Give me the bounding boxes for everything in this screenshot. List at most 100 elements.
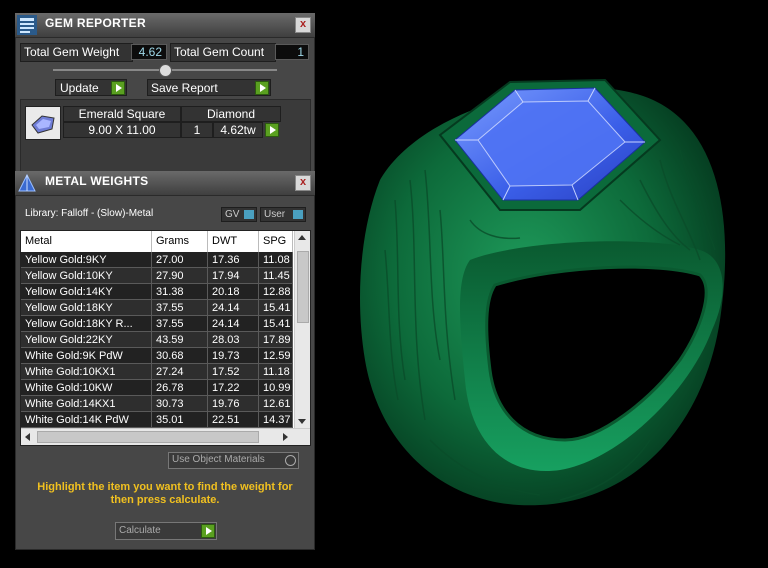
column-header-grams[interactable]: Grams: [152, 231, 208, 252]
cell-metal: Yellow Gold:18KY: [21, 300, 152, 316]
column-header-dwt[interactable]: DWT: [208, 231, 259, 252]
gem-thumbnail[interactable]: [25, 106, 61, 140]
play-arrow-icon: [111, 81, 125, 95]
gem-size[interactable]: 9.00 X 11.00: [63, 122, 181, 138]
toggle-icon: [293, 210, 303, 219]
vertical-scrollbar[interactable]: [294, 231, 310, 428]
gv-button[interactable]: GV: [221, 207, 257, 222]
cell-dwt: 24.14: [208, 316, 259, 332]
cell-metal: White Gold:14KX1: [21, 396, 152, 412]
scale-icon: [18, 173, 36, 192]
scroll-left-icon[interactable]: [25, 433, 30, 441]
gem-weight[interactable]: 4.62tw: [213, 122, 263, 138]
table-row[interactable]: White Gold:10KX1 27.24 17.52 11.18: [21, 364, 293, 380]
cell-metal: Yellow Gold:14KY: [21, 284, 152, 300]
gv-label: GV: [225, 209, 240, 220]
cell-grams: 27.90: [152, 268, 208, 284]
cell-dwt: 28.03: [208, 332, 259, 348]
calculate-button[interactable]: Calculate: [115, 522, 217, 540]
instruction-text: Highlight the item you want to find the …: [37, 481, 293, 506]
gem-type[interactable]: Diamond: [181, 106, 281, 122]
cell-spg: 14.37: [259, 412, 293, 428]
cell-spg: 11.18: [259, 364, 293, 380]
cell-dwt: 17.52: [208, 364, 259, 380]
cell-grams: 27.00: [152, 252, 208, 268]
metal-weights-titlebar[interactable]: METAL WEIGHTS x: [15, 171, 315, 196]
column-header-metal[interactable]: Metal: [21, 231, 152, 252]
table-row[interactable]: White Gold:10KW 26.78 17.22 10.99: [21, 380, 293, 396]
cell-grams: 37.55: [152, 316, 208, 332]
gem-shape[interactable]: Emerald Square: [63, 106, 181, 122]
cell-spg: 17.89: [259, 332, 293, 348]
column-header-spg[interactable]: SPG: [259, 231, 293, 252]
slider-handle[interactable]: [159, 64, 172, 77]
cell-grams: 26.78: [152, 380, 208, 396]
cell-dwt: 17.36: [208, 252, 259, 268]
play-arrow-icon[interactable]: [265, 123, 279, 137]
cell-grams: 27.24: [152, 364, 208, 380]
cell-spg: 15.41: [259, 316, 293, 332]
cell-grams: 35.01: [152, 412, 208, 428]
scroll-thumb-horizontal[interactable]: [37, 431, 259, 443]
cell-spg: 10.99: [259, 380, 293, 396]
cell-dwt: 19.76: [208, 396, 259, 412]
play-arrow-icon: [201, 524, 215, 538]
gem-quantity[interactable]: 1: [181, 122, 213, 138]
use-object-materials-label: Use Object Materials: [172, 454, 265, 465]
table-row[interactable]: Yellow Gold:22KY 43.59 28.03 17.89: [21, 332, 293, 348]
cell-grams: 30.68: [152, 348, 208, 364]
cell-dwt: 17.94: [208, 268, 259, 284]
cell-spg: 11.45: [259, 268, 293, 284]
metal-weights-table[interactable]: Metal Grams DWT SPG Yellow Gold:9KY 27.00…: [20, 230, 311, 446]
cell-spg: 11.08: [259, 252, 293, 268]
cell-grams: 31.38: [152, 284, 208, 300]
total-gem-count-value: 1: [275, 44, 309, 60]
update-label: Update: [60, 81, 99, 95]
scroll-right-icon[interactable]: [283, 433, 288, 441]
total-gem-weight-label: Total Gem Weight: [20, 43, 133, 62]
user-label: User: [264, 209, 286, 220]
update-button[interactable]: Update: [55, 79, 127, 96]
radio-icon: [285, 455, 296, 466]
gem-reporter-title: GEM REPORTER: [45, 16, 146, 30]
close-icon[interactable]: x: [295, 175, 311, 191]
gem-reporter-titlebar[interactable]: GEM REPORTER x: [15, 13, 315, 38]
total-gem-weight-value: 4.62: [131, 44, 167, 60]
table-row[interactable]: White Gold:9K PdW 30.68 19.73 12.59: [21, 348, 293, 364]
scroll-up-icon[interactable]: [298, 235, 306, 240]
scroll-thumb[interactable]: [297, 251, 309, 323]
cell-dwt: 20.18: [208, 284, 259, 300]
close-icon[interactable]: x: [295, 17, 311, 33]
library-label: Library: Falloff - (Slow)-Metal: [25, 208, 154, 219]
cell-spg: 12.61: [259, 396, 293, 412]
use-object-materials-toggle[interactable]: Use Object Materials: [168, 452, 299, 469]
ring-model: [360, 78, 726, 506]
table-row[interactable]: Yellow Gold:10KY 27.90 17.94 11.45: [21, 268, 293, 284]
report-icon: [17, 15, 37, 35]
user-button[interactable]: User: [260, 207, 306, 222]
save-report-button[interactable]: Save Report: [147, 79, 271, 96]
cell-metal: Yellow Gold:10KY: [21, 268, 152, 284]
side-panel: GEM REPORTER x Total Gem Weight 4.62 Tot…: [15, 13, 315, 550]
horizontal-scrollbar[interactable]: [21, 428, 310, 445]
table-row[interactable]: White Gold:14K PdW 35.01 22.51 14.37: [21, 412, 293, 428]
cell-metal: White Gold:10KW: [21, 380, 152, 396]
toggle-icon: [244, 210, 254, 219]
calculate-label: Calculate: [119, 525, 161, 536]
cell-metal: White Gold:9K PdW: [21, 348, 152, 364]
table-row[interactable]: Yellow Gold:9KY 27.00 17.36 11.08: [21, 252, 293, 268]
cell-metal: White Gold:14K PdW: [21, 412, 152, 428]
cell-grams: 30.73: [152, 396, 208, 412]
cell-dwt: 19.73: [208, 348, 259, 364]
cell-spg: 15.41: [259, 300, 293, 316]
scroll-down-icon[interactable]: [298, 419, 306, 424]
gem-icon: [31, 115, 55, 134]
table-row[interactable]: White Gold:14KX1 30.73 19.76 12.61: [21, 396, 293, 412]
cell-grams: 43.59: [152, 332, 208, 348]
table-row[interactable]: Yellow Gold:18KY 37.55 24.14 15.41: [21, 300, 293, 316]
cell-metal: White Gold:10KX1: [21, 364, 152, 380]
table-row[interactable]: Yellow Gold:14KY 31.38 20.18 12.88: [21, 284, 293, 300]
cell-metal: Yellow Gold:22KY: [21, 332, 152, 348]
cell-metal: Yellow Gold:18KY R...: [21, 316, 152, 332]
table-row[interactable]: Yellow Gold:18KY R... 37.55 24.14 15.41: [21, 316, 293, 332]
